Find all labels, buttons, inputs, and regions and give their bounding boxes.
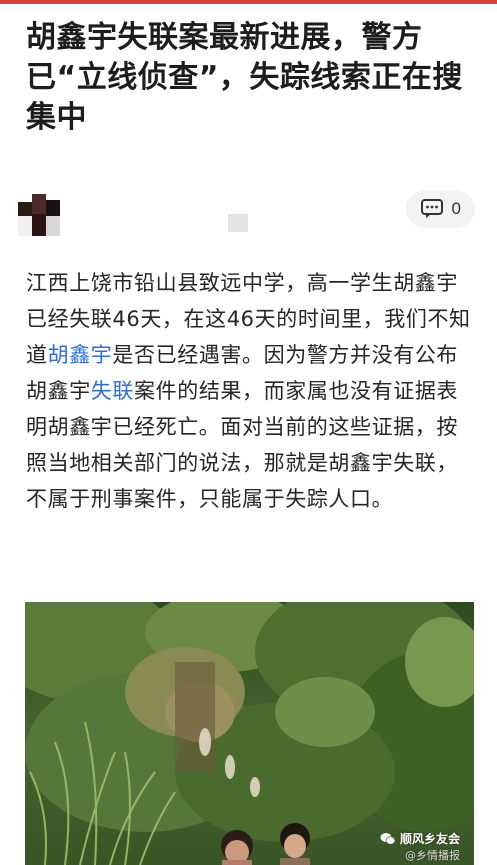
forest-scene [25, 602, 474, 865]
watermark-primary: 顺风乡友会 [399, 832, 460, 846]
top-accent-bar [0, 0, 497, 4]
avatar[interactable] [18, 194, 60, 236]
article-photo[interactable]: 顺风乡友会 @乡情播报 [25, 602, 474, 865]
article-title: 胡鑫宇失联案最新进展，警方已“立线侦查”，失踪线索正在搜集中 [26, 20, 463, 135]
comment-icon [420, 199, 443, 218]
wechat-logo-icon [380, 832, 396, 845]
article-page: 胡鑫宇失联案最新进展，警方已“立线侦查”，失踪线索正在搜集中 0 江西上饶市铅山… [0, 0, 497, 865]
author-name[interactable] [228, 214, 248, 232]
watermark: 顺风乡友会 [380, 830, 460, 847]
watermark-secondary: @乡情播报 [405, 849, 460, 862]
article-body: 江西上饶市铅山县致远中学，高一学生胡鑫宇已经失联46天，在这46天的时间里，我们… [26, 265, 476, 517]
author-row: 0 [18, 188, 483, 240]
keyword-link[interactable]: 失联 [91, 379, 134, 403]
keyword-link[interactable]: 胡鑫宇 [48, 343, 113, 367]
comment-button[interactable]: 0 [405, 190, 475, 228]
comment-count: 0 [451, 199, 461, 218]
